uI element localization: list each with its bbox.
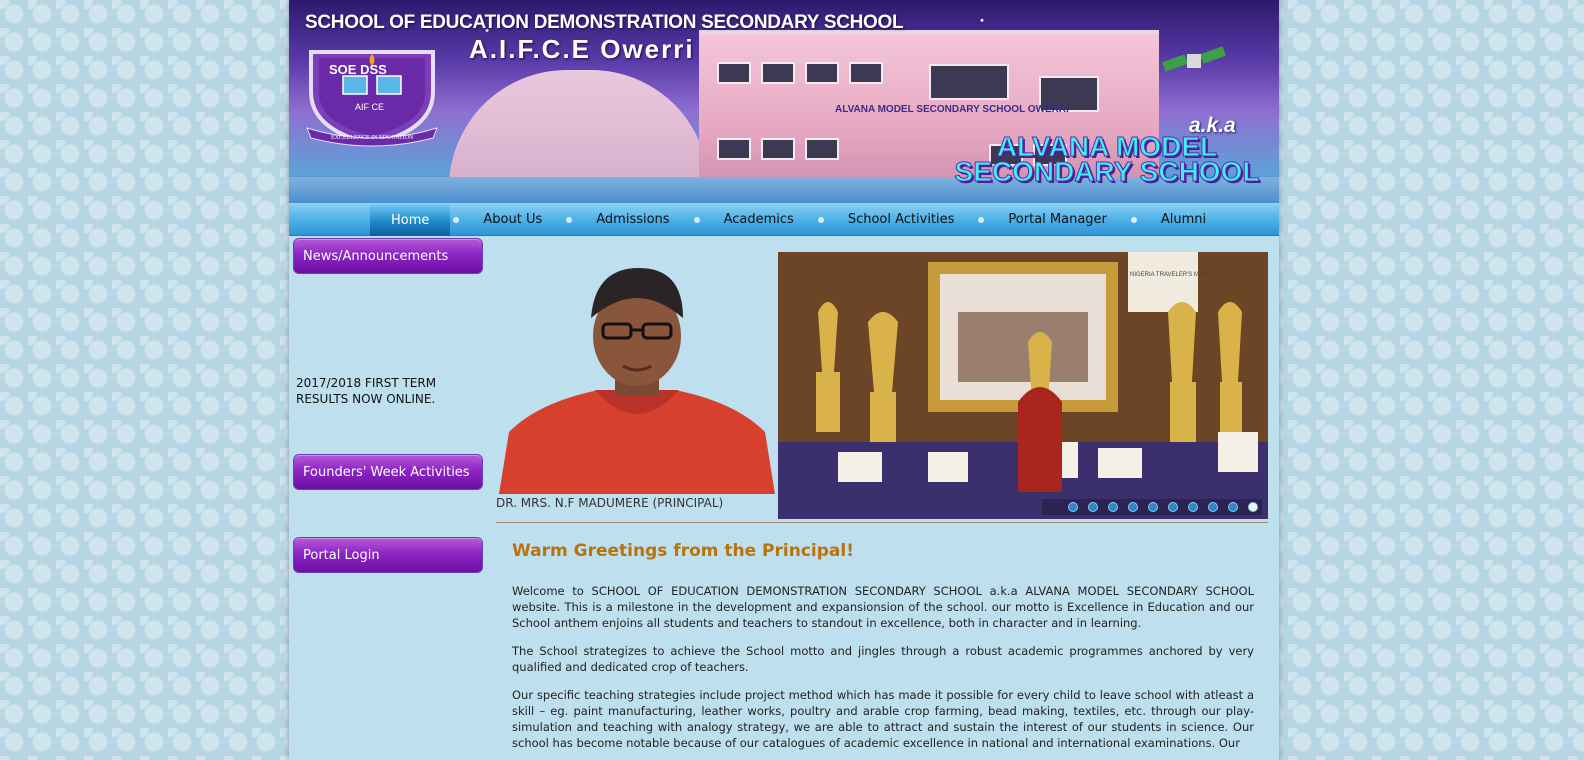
nav-separator — [693, 216, 700, 223]
article-paragraph: Our specific teaching strategies include… — [512, 688, 1254, 750]
nav-separator — [817, 216, 824, 223]
nav-home[interactable]: Home — [370, 204, 451, 236]
nav-admissions[interactable]: Admissions — [575, 204, 690, 235]
slider-dot[interactable] — [1188, 502, 1198, 512]
school-subtitle: A.I.F.C.E Owerri — [469, 34, 695, 64]
page-container: SCHOOL OF EDUCATION DEMONSTRATION SECOND… — [289, 0, 1279, 760]
article-title: Warm Greetings from the Principal! — [512, 541, 854, 561]
nav-portal-manager[interactable]: Portal Manager — [987, 204, 1127, 235]
slider-dot-active[interactable] — [1248, 502, 1258, 512]
school-alias-line2: SECONDARY SCHOOL — [954, 156, 1260, 187]
slider-dot[interactable] — [1068, 502, 1078, 512]
nav-separator — [1130, 216, 1137, 223]
news-text[interactable]: 2017/2018 FIRST TERM RESULTS NOW ONLINE. — [296, 375, 456, 407]
nav-about-us[interactable]: About Us — [462, 204, 563, 235]
nav-academics[interactable]: Academics — [703, 204, 815, 235]
svg-text:AIF CE: AIF CE — [355, 102, 384, 112]
slider-dot[interactable] — [1108, 502, 1118, 512]
building-sign: ALVANA MODEL SECONDARY SCHOOL OWERRI — [835, 104, 1069, 115]
slider-dot[interactable] — [1228, 502, 1238, 512]
principal-photo — [499, 262, 775, 494]
svg-text:SOE DSS: SOE DSS — [329, 62, 387, 77]
nav-list: Home About Us Admissions Academics Schoo… — [370, 203, 1227, 236]
satellite-icon — [1162, 46, 1226, 72]
portal-login-button[interactable]: Portal Login — [293, 537, 483, 573]
article-paragraph: Welcome to SCHOOL OF EDUCATION DEMONSTRA… — [512, 584, 1254, 630]
slider-dot[interactable] — [1128, 502, 1138, 512]
school-title: SCHOOL OF EDUCATION DEMONSTRATION SECOND… — [305, 12, 904, 33]
slider-dot[interactable] — [1168, 502, 1178, 512]
svg-text:EXCELLENCE IN EDUCATION: EXCELLENCE IN EDUCATION — [331, 135, 414, 141]
content-divider — [496, 522, 1268, 523]
slider-dot[interactable] — [1208, 502, 1218, 512]
school-logo: SOE DSS AIF CE EXCELLENCE IN EDUCATION — [306, 50, 438, 147]
school-alias: ALVANA MODEL SECONDARY SCHOOL — [947, 132, 1267, 187]
header-banner: SCHOOL OF EDUCATION DEMONSTRATION SECOND… — [289, 0, 1279, 203]
founders-week-button[interactable]: Founders' Week Activities — [293, 454, 483, 490]
article-paragraph: The School strategizes to achieve the Sc… — [512, 644, 1254, 674]
news-announcements-button[interactable]: News/Announcements — [293, 238, 483, 274]
principal-message: Welcome to SCHOOL OF EDUCATION DEMONSTRA… — [512, 583, 1254, 760]
nav-school-activities[interactable]: School Activities — [827, 204, 976, 235]
nav-alumni[interactable]: Alumni — [1140, 204, 1227, 235]
nav-separator — [978, 216, 985, 223]
slider-pagination — [1042, 499, 1262, 515]
slider-dot[interactable] — [1148, 502, 1158, 512]
nav-separator — [566, 216, 573, 223]
slider-dot[interactable] — [1088, 502, 1098, 512]
trophies-photo: NIGERIA TRAVELER'S MAP — [778, 252, 1268, 519]
svg-text:NIGERIA TRAVELER'S MAP: NIGERIA TRAVELER'S MAP — [1130, 272, 1207, 278]
main-nav: Home About Us Admissions Academics Schoo… — [289, 203, 1279, 236]
image-slider[interactable]: NIGERIA TRAVELER'S MAP — [778, 252, 1268, 519]
principal-caption: DR. MRS. N.F MADUMERE (PRINCIPAL) — [496, 496, 724, 510]
nav-separator — [453, 216, 460, 223]
